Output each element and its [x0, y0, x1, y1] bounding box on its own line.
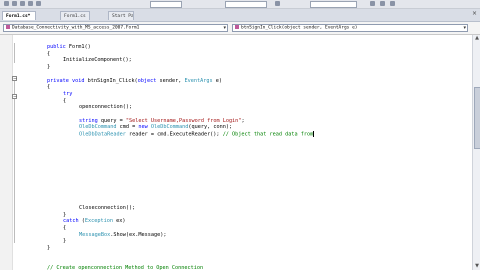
undo-icon[interactable] — [4, 1, 9, 6]
class-dropdown-value: Database_Connectivity_with_MS_access_200… — [12, 25, 140, 31]
code-token: ; — [241, 117, 245, 124]
code-line: { — [47, 51, 50, 57]
code-line: public Form1() — [47, 44, 91, 50]
code-line: string query = "Select Username,Password… — [79, 118, 245, 124]
close-document-icon[interactable]: × — [472, 10, 477, 17]
code-line: InitializeComponent(); — [63, 57, 132, 63]
code-line: MessageBox.Show(ex.Message); — [79, 232, 166, 238]
code-line: OleDbDataReader reader = cmd.ExecuteRead… — [79, 131, 315, 138]
text-caret — [313, 131, 315, 138]
code-token: private void — [47, 77, 88, 84]
class-icon — [6, 25, 10, 29]
code-editor[interactable]: − − public Form1(){InitializeComponent()… — [0, 35, 472, 270]
toolbar — [0, 0, 480, 9]
code-line: } — [47, 64, 50, 70]
code-token: } — [63, 238, 67, 245]
code-line: private void btnSignIn_Click(object send… — [47, 78, 222, 84]
code-token: (query, conn); — [188, 124, 233, 131]
outline-line — [14, 43, 15, 63]
code-token: cmd = — [119, 124, 139, 131]
solution-platform-combo[interactable] — [225, 1, 267, 8]
code-line: { — [47, 84, 50, 90]
code-token: { — [47, 84, 51, 91]
code-line: OleDbCommand cmd = new OleDbCommand(quer… — [79, 124, 232, 130]
scrollbar-thumb[interactable] — [474, 87, 480, 149]
code-token: } — [47, 64, 51, 71]
chevron-down-icon: ▾ — [463, 25, 466, 31]
code-line: } — [63, 238, 66, 244]
method-icon — [235, 25, 239, 29]
code-token: Form1() — [68, 44, 91, 50]
code-token: OleDbCommand — [150, 124, 189, 131]
tab-form1-code[interactable]: Form1.cs* — [2, 11, 36, 20]
code-token: catch — [63, 218, 82, 225]
code-token: ex) — [116, 218, 126, 225]
code-token: "Select Username,Password from Login" — [125, 117, 242, 124]
code-token: object — [137, 77, 160, 84]
class-dropdown[interactable]: Database_Connectivity_with_MS_access_200… — [3, 24, 228, 32]
code-line: { — [63, 98, 66, 104]
collapse-icon[interactable]: − — [12, 76, 17, 82]
code-token: string — [79, 117, 101, 124]
code-token: public — [47, 44, 69, 50]
code-token: query = — [100, 117, 126, 124]
vertical-scrollbar[interactable]: ▲ ▼ — [472, 35, 480, 270]
tab-start-page[interactable]: Start Page — [108, 11, 134, 20]
code-line: catch (Exception ex) — [63, 218, 125, 224]
code-line: openconnection(); — [79, 104, 132, 110]
code-token: MessageBox — [79, 231, 111, 238]
code-token: InitializeComponent(); — [63, 57, 132, 64]
code-token: OleDbCommand — [79, 124, 120, 131]
code-token: { — [63, 224, 67, 231]
start-debug-icon[interactable] — [36, 1, 41, 6]
code-token: } — [63, 211, 67, 218]
code-token: openconnection(); — [79, 104, 133, 111]
code-line: try — [63, 91, 72, 97]
code-token: } — [47, 245, 51, 251]
toolbox-icon[interactable] — [390, 1, 395, 6]
find-icon[interactable] — [275, 1, 280, 6]
find-combo[interactable] — [310, 1, 357, 8]
navigation-bar: Database_Connectivity_with_MS_access_200… — [0, 22, 480, 35]
code-token: try — [63, 90, 73, 97]
code-token: Exception — [84, 218, 117, 225]
outline-line — [14, 79, 15, 243]
code-token: OleDbDataReader — [79, 131, 129, 138]
code-line: } — [47, 245, 50, 251]
redo-icon[interactable] — [12, 1, 17, 6]
code-token: reader = cmd.ExecuteReader(); — [128, 131, 223, 138]
code-token: new — [138, 124, 151, 131]
code-line: { — [63, 225, 66, 231]
code-line: } — [63, 212, 66, 218]
properties-icon[interactable] — [380, 1, 385, 6]
code-line: Closeconnection(); — [79, 205, 135, 211]
code-token: btnSignIn_Click( — [87, 77, 138, 84]
member-dropdown-value: btnSignIn_Click(object sender, EventArgs… — [241, 25, 358, 31]
code-token: { — [47, 50, 51, 57]
code-token: { — [63, 97, 67, 104]
navigate-forward-icon[interactable] — [28, 1, 33, 6]
solution-explorer-icon[interactable] — [370, 1, 375, 6]
code-token: e) — [215, 77, 222, 84]
navigate-back-icon[interactable] — [20, 1, 25, 6]
code-token: Closeconnection(); — [79, 204, 136, 211]
chevron-down-icon: ▾ — [223, 25, 226, 31]
code-token: EventArgs — [184, 77, 216, 84]
scroll-down-icon[interactable]: ▼ — [473, 263, 480, 270]
scroll-up-icon[interactable]: ▲ — [473, 35, 480, 42]
tab-form1-design[interactable]: Form1.cs [Design]* — [60, 11, 90, 20]
code-token: // Object that read data from — [222, 131, 314, 138]
code-token: // Create openconnection Method to Open … — [47, 265, 204, 270]
code-token: .Show(ex.Message); — [110, 231, 167, 238]
indicator-margin — [0, 35, 13, 270]
solution-config-combo[interactable] — [150, 1, 182, 8]
code-token: sender, — [159, 77, 185, 84]
collapse-icon[interactable]: − — [12, 94, 17, 100]
document-tab-bar: Form1.cs* Form1.cs [Design]* Start Page … — [0, 9, 480, 22]
member-dropdown[interactable]: btnSignIn_Click(object sender, EventArgs… — [232, 24, 468, 32]
code-line: // Create openconnection Method to Open … — [47, 265, 203, 270]
